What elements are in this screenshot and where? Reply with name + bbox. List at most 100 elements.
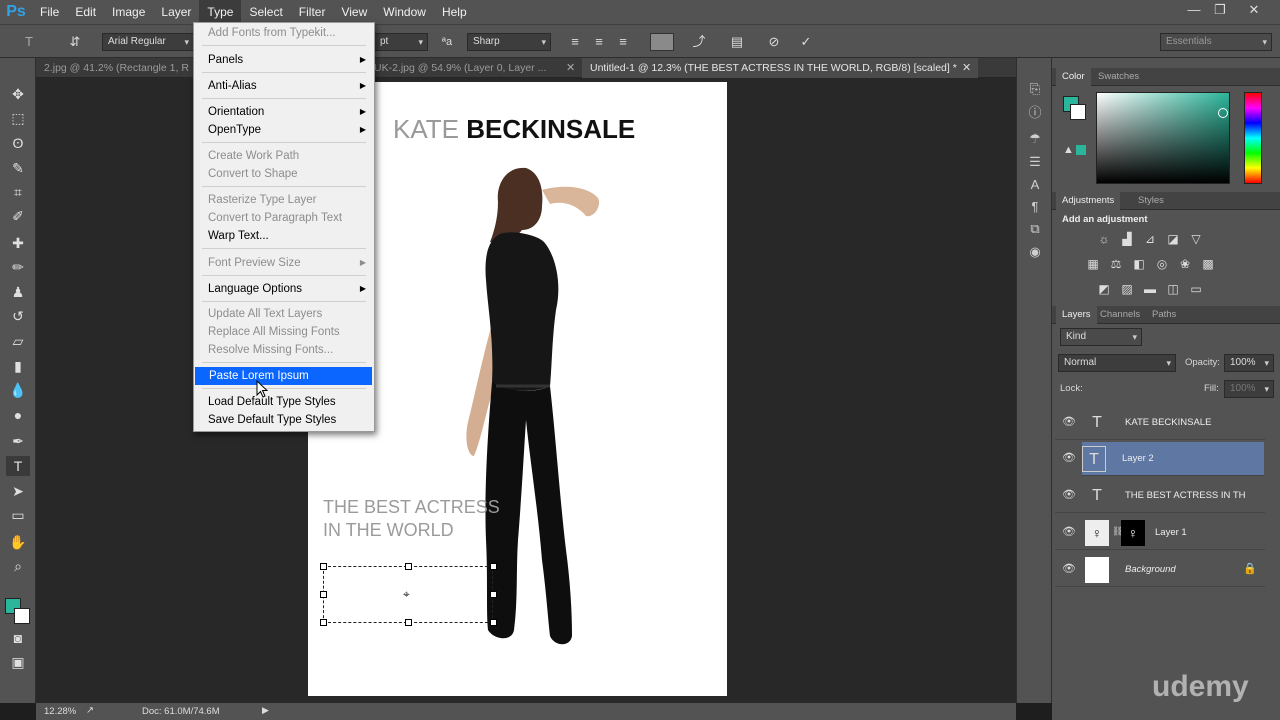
quick-mask-icon[interactable]: ◙ (6, 628, 30, 648)
vibrance-icon[interactable]: ▽ (1188, 232, 1204, 246)
color-balance-icon[interactable]: ⚖ (1108, 257, 1124, 271)
warp-text-icon[interactable]: ⤴ (690, 33, 708, 51)
resize-handle[interactable] (320, 563, 327, 570)
layer-filter-kind[interactable]: Kind (1060, 328, 1142, 346)
text-color-swatch[interactable] (650, 33, 674, 51)
visibility-eye-icon[interactable]: 👁 (1062, 488, 1076, 501)
commit-edit-icon[interactable]: ✓ (797, 33, 815, 51)
character-icon[interactable]: A (1026, 176, 1044, 194)
layer-mask-thumbnail-icon[interactable]: ♀ (1121, 520, 1145, 546)
font-family-select[interactable]: Arial Regular (102, 33, 194, 51)
blend-mode-select[interactable]: Normal (1058, 354, 1176, 372)
menu-item-update-all-text-layers[interactable]: Update All Text Layers (194, 305, 374, 323)
cancel-edit-icon[interactable]: ⊘ (765, 33, 783, 51)
menu-layer[interactable]: Layer (153, 0, 199, 24)
resize-handle[interactable] (320, 591, 327, 598)
black-white-icon[interactable]: ◧ (1131, 257, 1147, 271)
menu-item-add-fonts-typekit[interactable]: Add Fonts from Typekit... (194, 24, 374, 42)
gradient-tool-icon[interactable]: ▮ (6, 356, 30, 376)
resize-handle[interactable] (490, 591, 497, 598)
layer-row-layer-2[interactable]: T Layer 2 (1082, 442, 1264, 476)
align-right-icon[interactable]: ≡ (614, 33, 632, 51)
menu-item-font-preview-size[interactable]: Font Preview Size ▶ (194, 254, 374, 272)
clone-source-icon[interactable]: ⧉ (1026, 220, 1044, 238)
toggle-orientation-icon[interactable]: ⇵ (66, 33, 84, 51)
minimize-button[interactable]: — (1180, 0, 1208, 22)
visibility-eye-icon[interactable]: 👁 (1062, 562, 1076, 575)
pen-tool-icon[interactable]: ✒ (6, 431, 30, 451)
resize-handle[interactable] (490, 563, 497, 570)
menu-item-anti-alias[interactable]: Anti-Alias ▶ (194, 77, 374, 95)
menu-item-convert-to-paragraph[interactable]: Convert to Paragraph Text (194, 209, 374, 227)
hand-tool-icon[interactable]: ✋ (6, 532, 30, 552)
menu-item-load-default-type-styles[interactable]: Load Default Type Styles (194, 393, 374, 411)
menu-item-orientation[interactable]: Orientation ▶ (194, 103, 374, 121)
resize-handle[interactable] (405, 563, 412, 570)
rectangle-tool-icon[interactable]: ▭ (6, 505, 30, 525)
menu-item-rasterize-type-layer[interactable]: Rasterize Type Layer (194, 191, 374, 209)
quick-select-tool-icon[interactable]: ✎ (6, 158, 30, 178)
type-tool-preset-icon[interactable]: T (20, 33, 38, 51)
type-tool-icon[interactable]: T (6, 456, 30, 476)
eyedropper-tool-icon[interactable]: ✐ (6, 206, 30, 226)
selective-color-icon[interactable]: ◫ (1165, 282, 1181, 296)
menu-select[interactable]: Select (241, 0, 290, 24)
curves-icon[interactable]: ⊿ (1142, 232, 1158, 246)
posterize-icon[interactable]: ▨ (1119, 282, 1135, 296)
close-window-button[interactable]: ✕ (1240, 0, 1268, 22)
web-safe-swatch[interactable] (1076, 145, 1086, 155)
zoom-tool-icon[interactable]: ⌕ (6, 556, 30, 576)
marquee-tool-icon[interactable]: ⬚ (6, 108, 30, 128)
menu-file[interactable]: File (32, 0, 67, 24)
healing-brush-tool-icon[interactable]: ✚ (6, 233, 30, 253)
move-tool-icon[interactable]: ✥ (6, 84, 30, 104)
character-panel-icon[interactable]: ▤ (728, 33, 746, 51)
menu-item-opentype[interactable]: OpenType ▶ (194, 121, 374, 139)
tab-layers[interactable]: Layers (1056, 306, 1097, 324)
menu-edit[interactable]: Edit (67, 0, 104, 24)
workspace-select[interactable]: Essentials (1160, 33, 1272, 51)
brightness-contrast-icon[interactable]: ☼ (1096, 232, 1112, 246)
clone-stamp-tool-icon[interactable]: ♟ (6, 282, 30, 302)
invert-icon[interactable]: ◩ (1096, 282, 1112, 296)
align-left-icon[interactable]: ≡ (566, 33, 584, 51)
lasso-tool-icon[interactable]: ʘ (6, 133, 30, 153)
paragraph-icon[interactable]: ¶ (1026, 198, 1044, 216)
layer-row-kate-beckinsale[interactable]: 👁 T KATE BECKINSALE (1055, 406, 1265, 440)
background-color-swatch[interactable] (14, 608, 30, 624)
menu-item-warp-text[interactable]: Warp Text... (194, 227, 374, 245)
menu-item-panels[interactable]: Panels ▶ (194, 51, 374, 69)
visibility-eye-icon[interactable]: 👁 (1062, 451, 1076, 464)
visibility-eye-icon[interactable]: 👁 (1062, 525, 1076, 538)
restore-button[interactable]: ❐ (1206, 0, 1234, 22)
menu-item-replace-missing-fonts[interactable]: Replace All Missing Fonts (194, 323, 374, 341)
history-brush-tool-icon[interactable]: ↺ (6, 306, 30, 326)
hue-slider[interactable] (1244, 92, 1262, 184)
tab-uk-2-jpg[interactable]: UK-2.jpg @ 54.9% (Layer 0, Layer ... (366, 58, 582, 78)
color-field[interactable] (1096, 92, 1230, 184)
export-icon[interactable]: ↗ (86, 705, 94, 716)
menu-type[interactable]: Type (199, 0, 242, 24)
path-selection-tool-icon[interactable]: ➤ (6, 481, 30, 501)
history-icon[interactable]: ⎘ (1026, 80, 1044, 98)
menu-item-create-work-path[interactable]: Create Work Path (194, 147, 374, 165)
tab-color[interactable]: Color (1056, 68, 1091, 86)
threshold-icon[interactable]: ▬ (1142, 282, 1158, 296)
brush-presets-icon[interactable]: ☂ (1026, 130, 1044, 148)
eraser-tool-icon[interactable]: ▱ (6, 331, 30, 351)
menu-help[interactable]: Help (434, 0, 475, 24)
color-lookup-icon[interactable]: ▩ (1200, 257, 1216, 271)
menu-image[interactable]: Image (104, 0, 153, 24)
blur-tool-icon[interactable]: 💧 (6, 380, 30, 400)
exposure-icon[interactable]: ◪ (1165, 232, 1181, 246)
layer-row-background[interactable]: 👁 Background 🔒 (1055, 553, 1265, 587)
tab-swatches[interactable]: Swatches (1092, 68, 1145, 86)
close-tab-icon[interactable]: ✕ (566, 61, 575, 74)
channel-mixer-icon[interactable]: ❀ (1177, 257, 1193, 271)
paragraph-text-box[interactable]: ⌖ (320, 563, 497, 626)
gradient-map-icon[interactable]: ▭ (1188, 282, 1204, 296)
tool-presets-icon[interactable]: ☰ (1026, 153, 1044, 171)
menu-window[interactable]: Window (375, 0, 434, 24)
resize-handle[interactable] (405, 619, 412, 626)
screen-mode-icon[interactable]: ▣ (6, 652, 30, 672)
